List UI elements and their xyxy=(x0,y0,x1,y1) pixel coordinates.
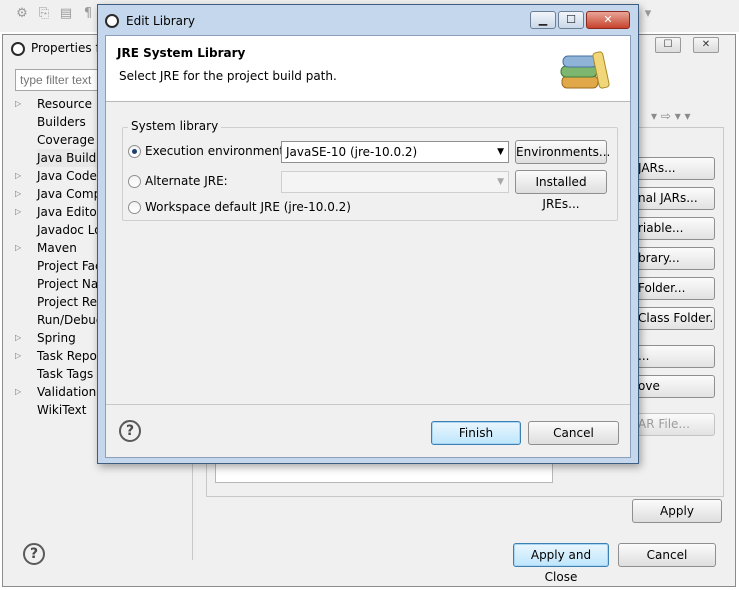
paragraph-icon[interactable]: ¶ xyxy=(80,6,96,22)
alternate-jre-radio[interactable] xyxy=(128,175,141,188)
cancel-button[interactable]: Cancel xyxy=(618,543,716,567)
library-books-icon xyxy=(560,51,610,89)
apply-and-close-button[interactable]: Apply and Close xyxy=(513,543,609,584)
radio-label: Execution environment: xyxy=(145,144,289,158)
eclipse-icon xyxy=(11,42,25,56)
help-icon[interactable]: ? xyxy=(23,543,45,565)
dialog-body: JRE System Library Select JRE for the pr… xyxy=(105,35,631,458)
cancel-button[interactable]: Cancel xyxy=(528,421,619,445)
help-icon[interactable]: ? xyxy=(119,420,141,442)
environments-button[interactable]: Environments... xyxy=(515,140,610,164)
expand-arrow-icon[interactable]: ▷ xyxy=(15,347,25,365)
nav-arrows-icon[interactable]: ▾ ⇨ ▾ ▾ xyxy=(651,109,691,123)
dialog-header: JRE System Library Select JRE for the pr… xyxy=(106,36,630,102)
header-description: Select JRE for the project build path. xyxy=(119,69,337,83)
radio-label: Alternate JRE: xyxy=(145,174,228,188)
save-all-icon[interactable]: ⎘ xyxy=(36,6,52,22)
execution-environment-select[interactable]: JavaSE-10 (jre-10.0.2) ▼ xyxy=(281,141,509,163)
expand-arrow-icon[interactable]: ▷ xyxy=(15,185,25,203)
workspace-default-radio[interactable] xyxy=(128,201,141,214)
finish-button[interactable]: Finish xyxy=(431,421,521,445)
tree-item-label: Spring xyxy=(37,331,76,345)
dialog-title: Edit Library xyxy=(126,14,196,28)
execution-environment-radio[interactable] xyxy=(128,145,141,158)
run-icon[interactable]: ⚙ xyxy=(14,6,30,22)
tree-item-label: Resource xyxy=(37,97,93,111)
minimize-button[interactable]: ▁ xyxy=(530,11,556,29)
expand-arrow-icon[interactable]: ▷ xyxy=(15,95,25,113)
expand-arrow-icon[interactable]: ▷ xyxy=(15,239,25,257)
chevron-down-icon: ▼ xyxy=(497,177,504,187)
tree-item-label: Project Nat xyxy=(37,277,103,291)
tree-item-label: Coverage xyxy=(37,133,95,147)
maximize-button[interactable]: ☐ xyxy=(558,11,584,29)
tree-item-label: Run/Debug xyxy=(37,313,104,327)
tree-item-label: WikiText xyxy=(37,403,87,417)
maximize-button[interactable]: ☐ xyxy=(655,37,681,53)
group-label: System library xyxy=(128,119,222,133)
apply-button[interactable]: Apply xyxy=(632,499,722,523)
tree-item-label: Java Editor xyxy=(37,205,102,219)
tree-item-label: Builders xyxy=(37,115,86,129)
expand-arrow-icon[interactable]: ▷ xyxy=(15,203,25,221)
properties-title-text: Properties fo xyxy=(31,41,108,55)
dropdown-icon[interactable]: ▾ xyxy=(640,6,656,22)
edit-library-dialog: Edit Library ▁ ☐ ✕ JRE System Library Se… xyxy=(97,4,639,464)
tree-item-label: Validation xyxy=(37,385,97,399)
tree-item-label: Task Tags xyxy=(37,367,94,381)
close-button[interactable]: ✕ xyxy=(693,37,719,53)
alternate-jre-select[interactable]: ▼ xyxy=(281,171,509,193)
chevron-down-icon: ▼ xyxy=(497,147,504,157)
close-button[interactable]: ✕ xyxy=(586,11,630,29)
radio-label: Workspace default JRE (jre-10.0.2) xyxy=(145,200,351,214)
expand-arrow-icon[interactable]: ▷ xyxy=(15,167,25,185)
dialog-titlebar[interactable]: Edit Library ▁ ☐ ✕ xyxy=(104,9,634,31)
tree-item-label: Java Compi xyxy=(37,187,105,201)
select-value: JavaSE-10 (jre-10.0.2) xyxy=(286,145,418,159)
header-title: JRE System Library xyxy=(117,46,246,60)
tree-item-label: Maven xyxy=(37,241,77,255)
expand-arrow-icon[interactable]: ▷ xyxy=(15,329,25,347)
eclipse-icon xyxy=(105,14,119,28)
expand-arrow-icon[interactable]: ▷ xyxy=(15,383,25,401)
document-icon[interactable]: ▤ xyxy=(58,6,74,22)
installed-jres-button[interactable]: Installed JREs... xyxy=(515,170,607,211)
divider xyxy=(106,404,630,405)
